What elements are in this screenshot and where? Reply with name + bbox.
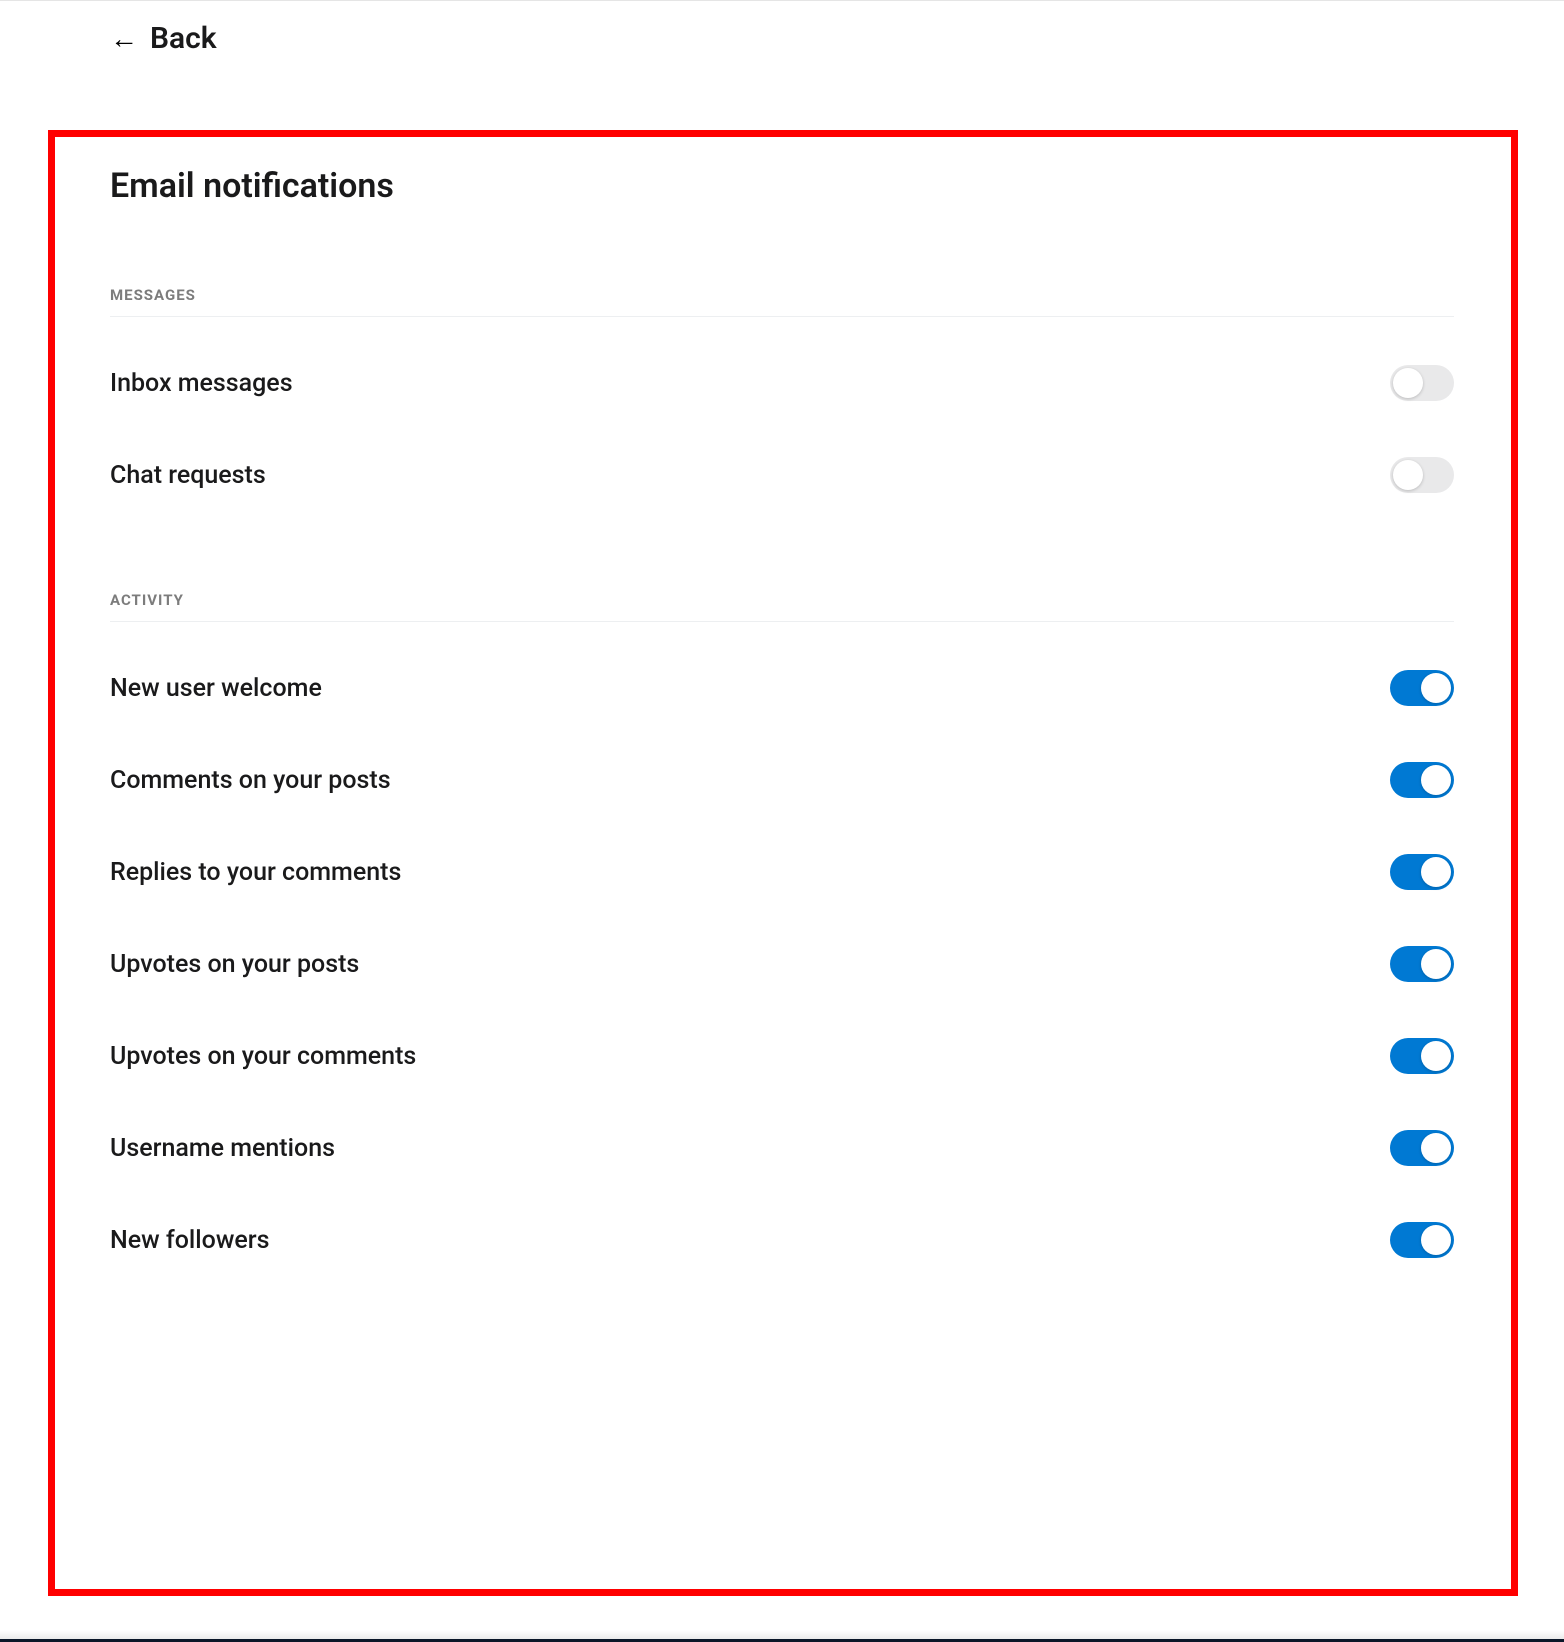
bottom-shadow xyxy=(0,1630,1564,1642)
toggle-comments-on-posts[interactable] xyxy=(1390,762,1454,798)
toggle-knob xyxy=(1421,949,1451,979)
toggle-knob xyxy=(1421,673,1451,703)
toggle-knob xyxy=(1421,857,1451,887)
setting-chat-requests: Chat requests xyxy=(110,429,1454,521)
setting-label: Upvotes on your comments xyxy=(110,1042,416,1071)
toggle-replies-to-comments[interactable] xyxy=(1390,854,1454,890)
setting-replies-to-comments: Replies to your comments xyxy=(110,826,1454,918)
setting-label: New user welcome xyxy=(110,674,322,703)
setting-username-mentions: Username mentions xyxy=(110,1102,1454,1194)
setting-label: Chat requests xyxy=(110,461,266,490)
toggle-knob xyxy=(1421,1133,1451,1163)
content-area: Email notifications MESSAGES Inbox messa… xyxy=(0,76,1564,1286)
setting-new-followers: New followers xyxy=(110,1194,1454,1286)
back-label: Back xyxy=(150,21,217,56)
toggle-knob xyxy=(1421,765,1451,795)
page-title: Email notifications xyxy=(110,166,1454,206)
back-button[interactable]: ← Back xyxy=(0,1,1564,76)
section-header-activity: ACTIVITY xyxy=(110,591,1454,622)
toggle-new-user-welcome[interactable] xyxy=(1390,670,1454,706)
section-header-messages: MESSAGES xyxy=(110,286,1454,317)
toggle-knob xyxy=(1421,1225,1451,1255)
setting-comments-on-posts: Comments on your posts xyxy=(110,734,1454,826)
setting-new-user-welcome: New user welcome xyxy=(110,642,1454,734)
toggle-knob xyxy=(1393,368,1423,398)
setting-label: Upvotes on your posts xyxy=(110,950,359,979)
toggle-username-mentions[interactable] xyxy=(1390,1130,1454,1166)
section-gap xyxy=(110,521,1454,591)
toggle-upvotes-on-posts[interactable] xyxy=(1390,946,1454,982)
toggle-upvotes-on-comments[interactable] xyxy=(1390,1038,1454,1074)
setting-upvotes-on-comments: Upvotes on your comments xyxy=(110,1010,1454,1102)
setting-label: Replies to your comments xyxy=(110,858,401,887)
setting-upvotes-on-posts: Upvotes on your posts xyxy=(110,918,1454,1010)
toggle-chat-requests[interactable] xyxy=(1390,457,1454,493)
setting-label: Username mentions xyxy=(110,1134,335,1163)
toggle-inbox-messages[interactable] xyxy=(1390,365,1454,401)
toggle-new-followers[interactable] xyxy=(1390,1222,1454,1258)
setting-label: Inbox messages xyxy=(110,369,293,398)
toggle-knob xyxy=(1393,460,1423,490)
setting-label: Comments on your posts xyxy=(110,766,391,795)
setting-label: New followers xyxy=(110,1226,270,1255)
arrow-left-icon: ← xyxy=(110,22,138,55)
setting-inbox-messages: Inbox messages xyxy=(110,337,1454,429)
toggle-knob xyxy=(1421,1041,1451,1071)
